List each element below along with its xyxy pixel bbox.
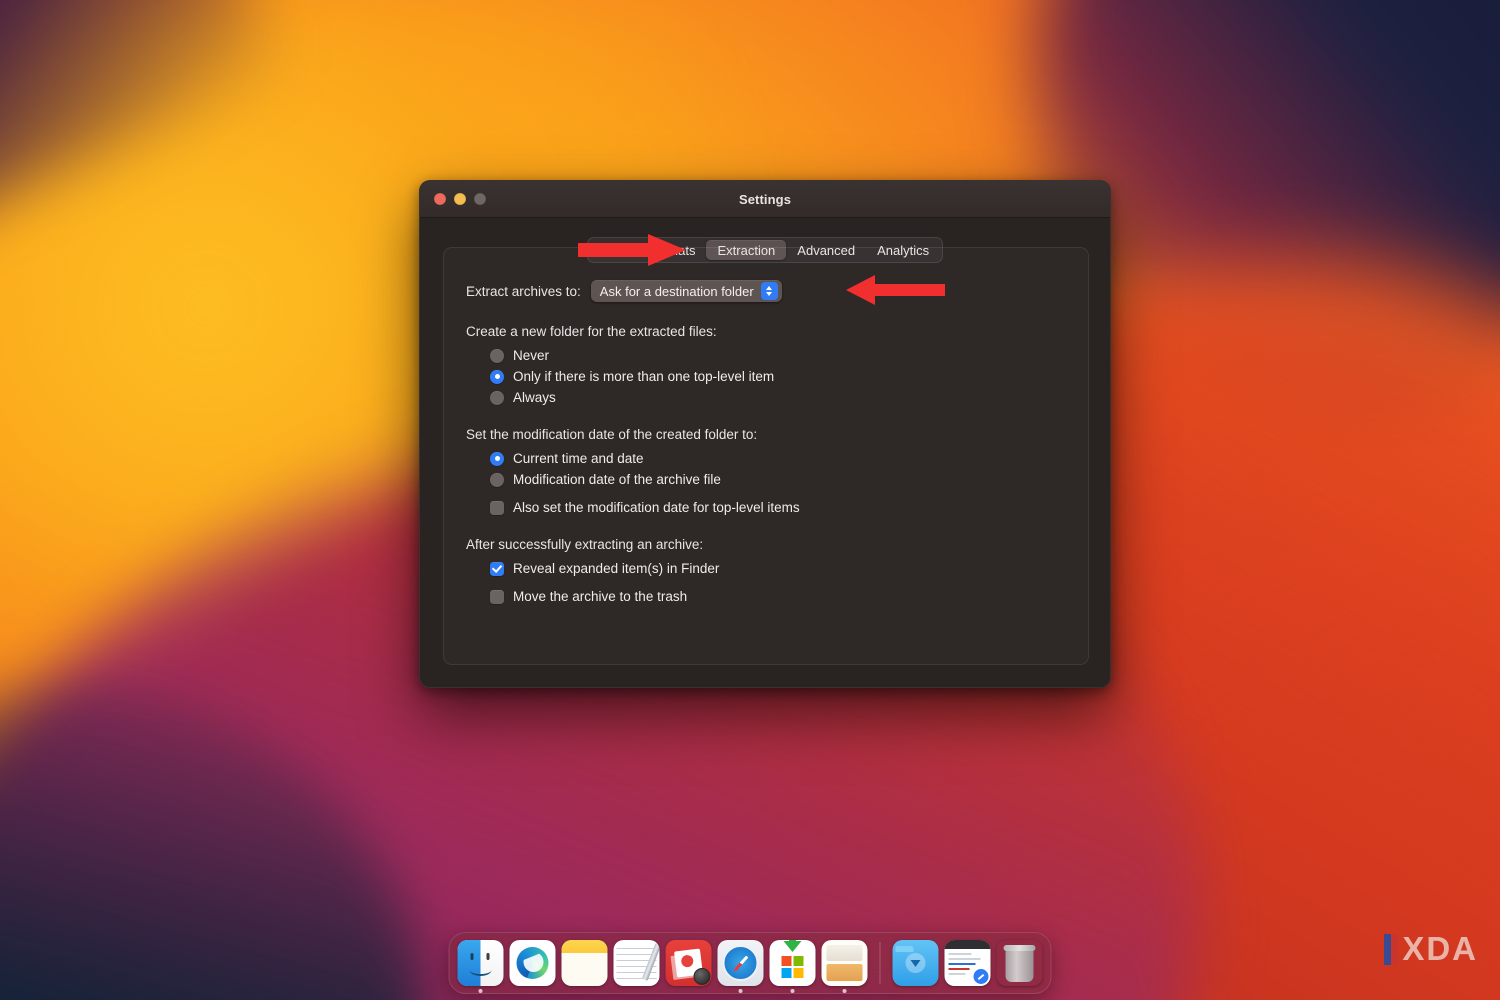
radio-label-always: Always	[513, 390, 556, 405]
radio-label-never: Never	[513, 348, 550, 363]
destination-dropdown[interactable]: Ask for a destination folder	[590, 280, 782, 302]
radio-label-only-if-more-than-one: Only if there is more than one top-level…	[513, 369, 775, 384]
dock-item-notes[interactable]	[561, 940, 608, 986]
after-extract-group-title: After successfully extracting an archive…	[466, 537, 704, 552]
after-extract-group: After successfully extracting an archive…	[466, 537, 1088, 604]
dock	[448, 932, 1052, 994]
radio-icon-only-if-more-than-one[interactable]	[490, 369, 504, 384]
checkbox-label-reveal-in-finder: Reveal expanded item(s) in Finder	[513, 561, 720, 576]
xda-watermark-text: XDA	[1402, 930, 1478, 967]
dock-item-microsoft-installer[interactable]	[769, 940, 816, 993]
dock-item-keynote[interactable]	[665, 940, 712, 986]
radio-label-current-time-and-date: Current time and date	[513, 451, 644, 466]
notes-icon	[561, 940, 608, 986]
downloads-folder-icon	[892, 940, 939, 986]
checkbox-icon-also-set-top-level[interactable]	[490, 500, 504, 515]
checkbox-option-reveal-in-finder[interactable]: Reveal expanded item(s) in Finder	[490, 561, 1088, 576]
dock-item-document[interactable]	[944, 940, 991, 986]
checkbox-label-move-to-trash: Move the archive to the trash	[513, 589, 688, 604]
new-folder-group-title: Create a new folder for the extracted fi…	[466, 324, 717, 339]
camera-badge-icon	[693, 968, 711, 985]
radio-option-modification-date-of-archive[interactable]: Modification date of the archive file	[490, 472, 1088, 487]
radio-option-never[interactable]: Never	[490, 348, 1088, 363]
checkbox-label-also-set-top-level: Also set the modification date for top-l…	[513, 500, 800, 515]
dock-running-indicator	[738, 989, 743, 993]
xda-watermark: XDA	[1384, 930, 1478, 968]
close-button-icon[interactable]	[434, 193, 446, 205]
dock-item-microsoft-edge[interactable]	[509, 940, 556, 986]
safari-icon	[717, 940, 764, 986]
dock-item-trash[interactable]	[997, 940, 1043, 986]
destination-dropdown-value: Ask for a destination folder	[599, 283, 754, 299]
dock-running-indicator	[842, 989, 847, 993]
dock-running-indicator	[478, 989, 483, 993]
finder-icon	[457, 940, 504, 986]
modification-date-group: Set the modification date of the created…	[466, 427, 1088, 515]
zoom-button-icon[interactable]	[474, 193, 486, 205]
keynote-icon	[665, 940, 712, 986]
radio-icon-never[interactable]	[490, 348, 504, 363]
checkbox-option-move-to-trash[interactable]: Move the archive to the trash	[490, 589, 1088, 604]
traffic-light-group	[434, 193, 486, 205]
settings-window: Settings Archive Formats Extraction Adva…	[419, 180, 1111, 688]
new-folder-group: Create a new folder for the extracted fi…	[466, 324, 1088, 405]
checkbox-icon-reveal-in-finder[interactable]	[490, 561, 504, 576]
dock-item-safari[interactable]	[717, 940, 764, 993]
radio-icon-modification-date-of-archive[interactable]	[490, 472, 504, 487]
dock-item-finder[interactable]	[457, 940, 504, 993]
destination-label: Extract archives to:	[466, 283, 581, 299]
modification-date-group-title: Set the modification date of the created…	[466, 427, 758, 442]
archive-utility-icon	[821, 940, 868, 986]
checkbox-option-also-set-top-level[interactable]: Also set the modification date for top-l…	[490, 500, 1088, 515]
dock-item-downloads[interactable]	[892, 940, 939, 986]
radio-option-current-time-and-date[interactable]: Current time and date	[490, 451, 1088, 466]
radio-icon-always[interactable]	[490, 390, 504, 405]
document-icon	[944, 940, 991, 986]
trash-icon	[997, 940, 1043, 986]
chevron-up-down-icon	[760, 282, 778, 300]
extraction-settings-panel: Extract archives to: Ask for a destinati…	[443, 247, 1089, 665]
microsoft-installer-icon	[769, 940, 816, 986]
dock-item-archive-utility[interactable]	[821, 940, 868, 993]
minimize-button-icon[interactable]	[454, 193, 466, 205]
window-title: Settings	[738, 191, 792, 207]
dock-item-textedit[interactable]	[613, 940, 660, 986]
textedit-icon	[613, 940, 660, 986]
xda-bracket-icon	[1384, 933, 1399, 965]
checkbox-icon-move-to-trash[interactable]	[490, 589, 504, 604]
destination-row: Extract archives to: Ask for a destinati…	[466, 280, 1088, 302]
dock-running-indicator	[790, 989, 795, 993]
radio-icon-current-time-and-date[interactable]	[490, 451, 504, 466]
radio-option-only-if-more-than-one[interactable]: Only if there is more than one top-level…	[490, 369, 1088, 384]
radio-option-always[interactable]: Always	[490, 390, 1088, 405]
microsoft-edge-icon	[509, 940, 556, 986]
edit-badge-icon	[973, 969, 989, 984]
dock-separator	[879, 942, 881, 984]
radio-label-modification-date-of-archive: Modification date of the archive file	[513, 472, 721, 487]
window-titlebar[interactable]: Settings	[420, 181, 1110, 218]
